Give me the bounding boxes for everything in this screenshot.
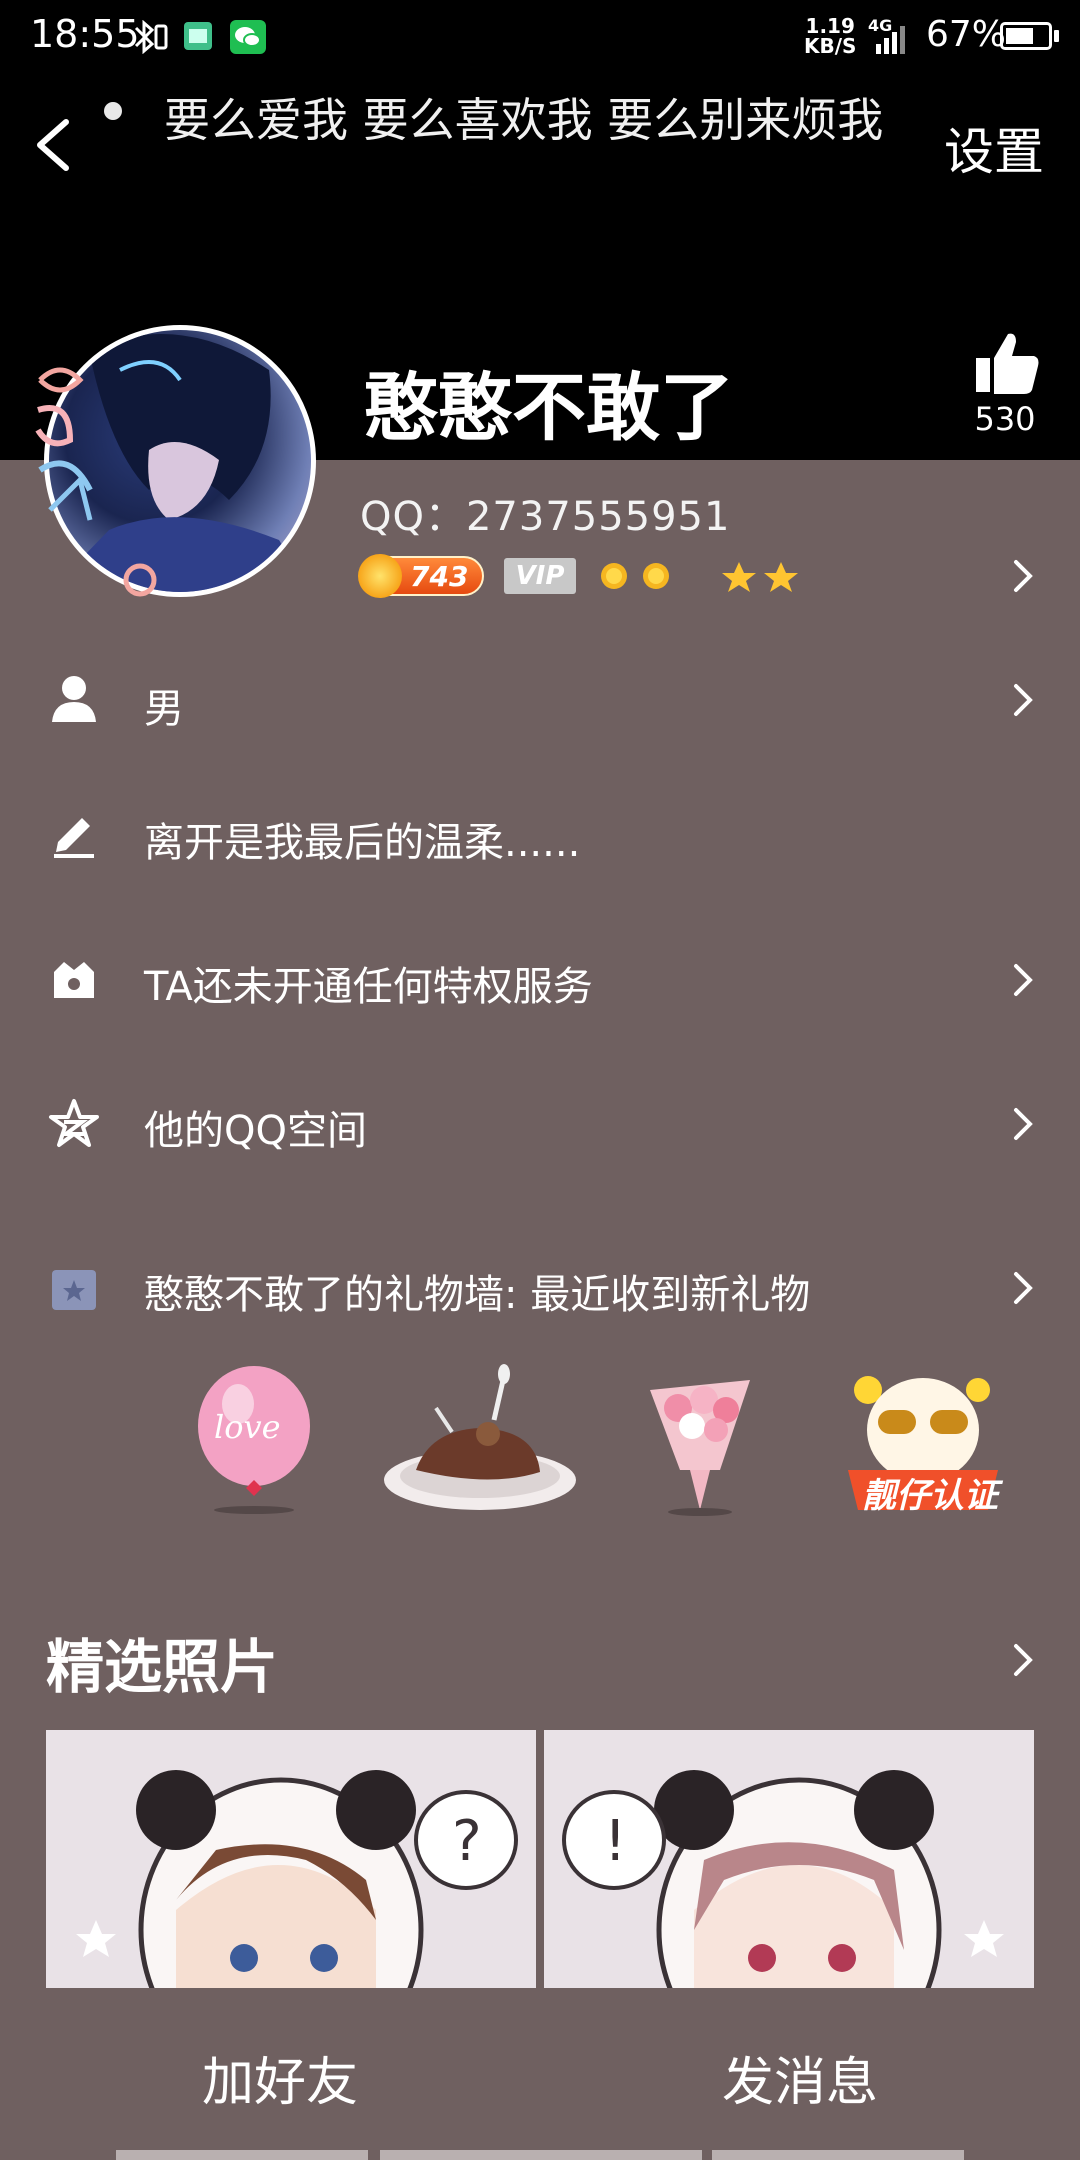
chevron-right-icon xyxy=(1014,1272,1033,1304)
chevron-right-icon xyxy=(1014,1108,1033,1140)
gender-label: 男 xyxy=(144,686,184,732)
chevron-right-icon xyxy=(1014,964,1033,996)
featured-photos-title: 精选照片 xyxy=(46,1633,279,1701)
edit-pencil-icon xyxy=(54,818,94,858)
status-bar: 18:55 1.19 KB/S 4G 67% xyxy=(0,0,1080,76)
panda-boy-illustration: ? xyxy=(76,1770,518,1990)
bluetooth-icon xyxy=(134,20,168,54)
app-notification-icon xyxy=(184,22,212,50)
coin-icon xyxy=(358,554,402,598)
like-count: 530 xyxy=(974,400,1036,438)
chevron-right-icon[interactable] xyxy=(1012,1642,1034,1678)
profile-nickname: 憨憨不敢了 xyxy=(364,365,734,451)
add-friend-button[interactable]: 加好友 xyxy=(140,2040,420,2115)
back-button[interactable] xyxy=(22,108,82,182)
gift-wall-label: 憨憨不敢了的礼物墙: 最近收到新礼物 xyxy=(144,1272,811,1318)
chevron-right-icon[interactable] xyxy=(1012,558,1034,594)
battery-tip xyxy=(1054,30,1059,42)
vip-badge[interactable]: VIP xyxy=(504,558,576,594)
avatar-sticker-decoration xyxy=(35,360,182,597)
photo-thumbnail[interactable]: ? xyxy=(46,1730,536,1990)
net-speed: 1.19 KB/S xyxy=(804,16,856,56)
privilege-label: TA还未开通任何特权服务 xyxy=(144,964,593,1010)
qzone-label: 他的QQ空间 xyxy=(144,1108,367,1154)
gift-love-balloon[interactable]: love xyxy=(188,1360,324,1520)
bouquet-icon xyxy=(650,1380,750,1516)
sun-icon xyxy=(601,563,627,589)
gift-chocolate-cake[interactable] xyxy=(380,1360,580,1520)
star-icon xyxy=(764,562,798,592)
qq-level-icons[interactable] xyxy=(594,554,804,598)
gift-handsome-badge[interactable]: 靓仔认证 xyxy=(838,1360,1008,1520)
qzone-star-icon xyxy=(49,1099,99,1147)
battery-icon xyxy=(1000,22,1052,50)
balloon-text: love xyxy=(214,1408,281,1446)
badge-text: 靓仔认证 xyxy=(862,1476,998,1516)
svg-text:?: ? xyxy=(452,1809,482,1874)
send-message-button[interactable]: 发消息 xyxy=(660,2040,940,2115)
wechat-icon xyxy=(230,20,266,54)
coin-level-badge[interactable]: 743 xyxy=(358,554,484,598)
battery-percent: 67% xyxy=(926,14,1007,55)
bio-text: 离开是我最后的温柔...... xyxy=(144,820,581,866)
chevron-right-icon xyxy=(1014,684,1033,716)
crown-icon xyxy=(54,962,94,998)
coin-value: 743 xyxy=(410,560,469,593)
qq-number: QQ：2737555951 xyxy=(360,494,731,540)
panda-girl-illustration: ! xyxy=(562,1770,1004,1990)
star-icon xyxy=(722,562,756,592)
signature-dot-icon xyxy=(104,102,122,120)
like-thumb-icon[interactable] xyxy=(972,328,1042,398)
net-speed-unit: KB/S xyxy=(804,34,857,58)
signal-icon xyxy=(876,26,905,54)
nav-bar-segment xyxy=(116,2150,368,2160)
person-icon xyxy=(52,676,96,722)
settings-button[interactable]: 设置 xyxy=(944,112,1044,184)
nav-bar-segment xyxy=(380,2150,702,2160)
gift-flower-bouquet[interactable] xyxy=(630,1360,770,1520)
sun-icon xyxy=(643,563,669,589)
chocolate-plate-icon xyxy=(384,1364,576,1510)
gift-box-icon xyxy=(52,1270,96,1310)
svg-text:!: ! xyxy=(604,1809,626,1874)
status-time: 18:55 xyxy=(30,12,140,56)
net-speed-value: 1.19 xyxy=(805,14,855,38)
moon-icon xyxy=(690,562,706,591)
photo-thumbnail[interactable]: ! xyxy=(544,1730,1034,1990)
nav-bar-segment xyxy=(712,2150,964,2160)
profile-signature: 要么爱我 要么喜欢我 要么别来烦我 xyxy=(164,93,884,147)
